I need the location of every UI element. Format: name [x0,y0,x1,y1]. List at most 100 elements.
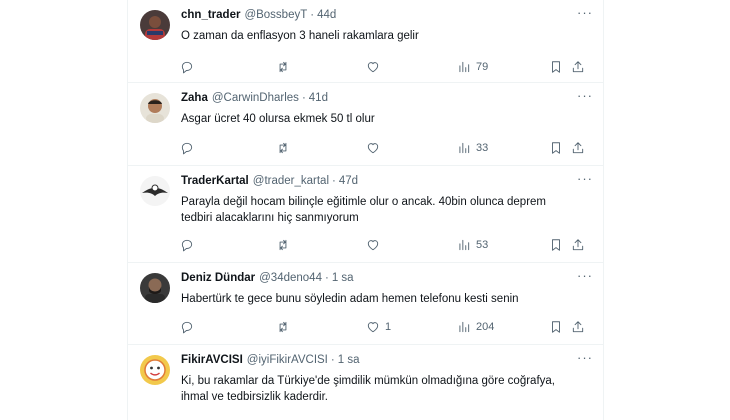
share-icon [572,142,584,154]
bookmark-icon [552,142,560,154]
timestamp[interactable]: 1 sa [332,271,354,286]
user-handle[interactable]: @34deno44 [259,271,322,286]
views-button[interactable]: 79 [457,60,488,74]
share-button[interactable] [571,60,585,74]
tweet-text: Asgar ücret 40 olursa ekmek 50 tl olur [181,113,375,125]
tweet-0[interactable]: chn_trader @BossbeyT · 44d ··· O zaman d… [128,0,603,83]
bookmark-button[interactable] [549,141,563,155]
display-name[interactable]: Zaha [181,91,208,106]
share-button[interactable] [571,141,585,155]
bookmark-icon [552,239,560,251]
share-icon [572,61,584,73]
separator-dot: · [330,354,335,366]
reply-timeline: chn_trader @BossbeyT · 44d ··· O zaman d… [127,0,604,420]
reply-button[interactable] [180,141,194,155]
tweet-3[interactable]: Deniz Dündar @34deno44 · 1 sa ··· Habert… [128,263,603,345]
reply-icon [181,239,193,252]
bookmark-icon [552,321,560,333]
more-dots-icon[interactable]: ··· [577,172,592,185]
display-name[interactable]: chn_trader [181,8,240,23]
timestamp[interactable]: 44d [317,8,336,23]
user-handle[interactable]: @BossbeyT [244,8,307,23]
views-chart-icon [459,239,470,251]
display-name[interactable]: FikirAVCISI [181,353,243,368]
bookmark-button[interactable] [549,320,563,334]
separator-dot: · [310,9,315,21]
more-dots-icon[interactable]: ··· [577,269,592,282]
views-chart-icon [459,61,470,73]
tweet-4[interactable]: FikirAVCISI @iyiFikirAVCISI · 1 sa ··· K… [128,345,603,420]
reply-button[interactable] [180,238,194,252]
avatar-image [140,10,170,40]
retweet-icon [279,239,287,251]
tweet-text: Parayla değil hocam bilinçle eğitimle ol… [181,196,547,224]
heart-icon [367,322,379,333]
views-chart-icon [459,321,470,333]
action-bar: 53 [180,237,595,253]
like-button[interactable] [366,60,380,74]
action-bar: 33 [180,140,595,156]
retweet-button[interactable] [276,60,290,74]
views-count: 79 [476,61,489,73]
avatar-image [140,176,170,206]
avatar-image [140,273,170,303]
avatar-image [140,355,170,385]
reply-icon [181,142,193,155]
retweet-button[interactable] [276,141,290,155]
more-dots-icon[interactable]: ··· [577,351,592,364]
avatar[interactable] [140,273,170,303]
bookmark-icon [552,61,560,73]
separator-dot: · [324,272,329,284]
heart-icon [367,62,379,73]
share-button[interactable] [571,238,585,252]
likes-count: 1 [385,321,392,333]
reply-button[interactable] [180,60,194,74]
display-name[interactable]: TraderKartal [181,174,249,189]
avatar[interactable] [140,93,170,123]
bookmark-button[interactable] [549,238,563,252]
timestamp[interactable]: 41d [309,91,328,106]
tweet-text: O zaman da enflasyon 3 haneli rakamlara … [181,30,419,42]
views-chart-icon [459,142,470,154]
share-icon [572,321,584,333]
share-icon [572,239,584,251]
action-bar: 1 204 [180,319,595,335]
tweet-1[interactable]: Zaha @CarwinDharles · 41d ··· Asgar ücre… [128,83,603,166]
reply-icon [181,321,193,334]
avatar[interactable] [140,355,170,385]
tweet-text: Habertürk te gece bunu söyledin adam hem… [181,293,519,305]
like-button[interactable] [366,141,380,155]
user-handle[interactable]: @CarwinDharles [212,91,299,106]
tweet-text: Ki, bu rakamlar da Türkiye'de şimdilik m… [181,375,555,403]
bookmark-button[interactable] [549,60,563,74]
more-dots-icon[interactable]: ··· [577,6,592,19]
retweet-button[interactable] [276,320,290,334]
avatar[interactable] [140,10,170,40]
views-button[interactable]: 53 [457,238,488,252]
avatar[interactable] [140,176,170,206]
heart-icon [367,240,379,251]
heart-icon [367,143,379,154]
like-button[interactable] [366,238,380,252]
reply-button[interactable] [180,320,194,334]
display-name[interactable]: Deniz Dündar [181,271,255,286]
like-button[interactable]: 1 [366,320,391,334]
views-button[interactable]: 204 [457,320,494,334]
views-button[interactable]: 33 [457,141,488,155]
retweet-icon [279,142,287,154]
retweet-icon [279,61,287,73]
share-button[interactable] [571,320,585,334]
user-handle[interactable]: @iyiFikirAVCISI [247,353,328,368]
reply-icon [181,61,193,74]
retweet-button[interactable] [276,238,290,252]
timestamp[interactable]: 1 sa [338,353,360,368]
tweet-2[interactable]: TraderKartal @trader_kartal · 47d ··· Pa… [128,166,603,263]
action-bar: 79 [180,59,595,75]
timestamp[interactable]: 47d [339,174,358,189]
user-handle[interactable]: @trader_kartal [253,174,329,189]
views-count: 33 [476,142,489,154]
views-count: 53 [476,239,489,251]
more-dots-icon[interactable]: ··· [577,89,592,102]
separator-dot: · [301,92,306,104]
retweet-icon [279,321,287,333]
